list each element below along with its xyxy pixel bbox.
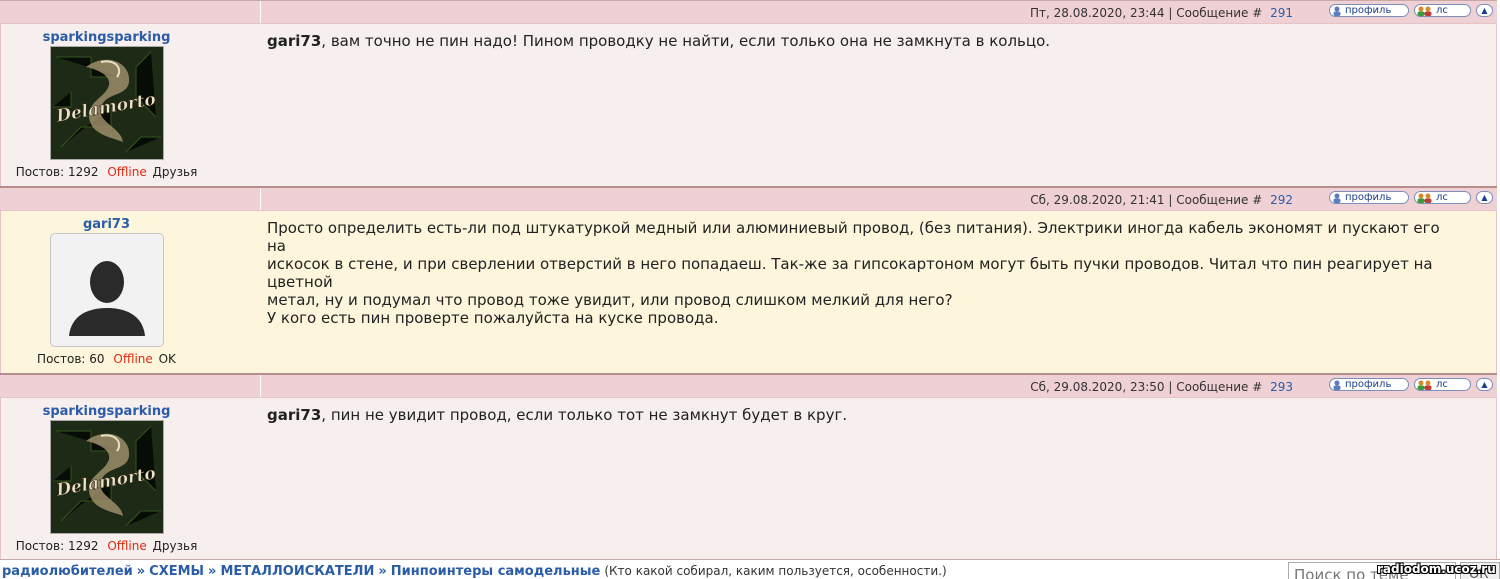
scroll-top-button[interactable]: ▲ [1476, 4, 1493, 17]
users-icon [1417, 193, 1433, 203]
breadcrumb: радиолюбителей» СХЕМЫ» МЕТАЛЛОИСКАТЕЛИ» Пин… [2, 564, 947, 579]
message-line: искосок в стене, и при сверлении отверст… [267, 255, 1433, 291]
scroll-top-button[interactable]: ▲ [1476, 378, 1493, 391]
ls-label: лс [1436, 192, 1448, 203]
post-date: Пт, 28.08.2020, 23:44 [1029, 6, 1165, 20]
status-offline: Offline [113, 352, 153, 366]
user-icon [1332, 380, 1342, 390]
default-avatar-icon [49, 233, 164, 347]
breadcrumb-separator: » [136, 564, 146, 579]
breadcrumb-item-pinpointers[interactable]: Пинпоинтеры самодельные [391, 564, 601, 579]
post-count: 1292 [67, 165, 99, 179]
message-label: | Сообщение # [1168, 380, 1263, 394]
user-rank: Друзья [152, 165, 198, 179]
user-rank: OK [158, 352, 176, 366]
post-number-link[interactable]: 291 [1270, 6, 1293, 20]
post-meta: Пт, 28.08.2020, 23:44 | Сообщение # 291 [1030, 6, 1293, 20]
message-body: , вам точно не пин надо! Пином проводку … [321, 32, 1051, 50]
post-meta: Сб, 29.08.2020, 23:50 | Сообщение # 293 [1030, 380, 1293, 394]
avatar: Delamorto [49, 420, 164, 534]
user-stats: Постов: 60 Offline OK [1, 352, 212, 366]
message-text: gari73, пин не увидит провод, если тольк… [267, 406, 1449, 424]
topic-description: (Кто какой собирал, каким пользуется, ос… [604, 564, 947, 578]
post-293: Сб, 29.08.2020, 23:50 | Сообщение # 293 … [0, 373, 1497, 559]
breadcrumb-separator: » [208, 564, 217, 579]
post-number-link[interactable]: 293 [1270, 380, 1293, 394]
post-count: 60 [89, 352, 105, 366]
quoted-username[interactable]: gari73 [267, 32, 321, 50]
profile-button[interactable]: профиль [1329, 191, 1409, 204]
post-292: Сб, 29.08.2020, 21:41 | Сообщение # 292 … [0, 186, 1497, 373]
status-offline: Offline [107, 539, 147, 553]
user-stats: Постов: 1292 Offline Друзья [1, 539, 212, 553]
user-icon [1332, 193, 1342, 203]
user-info: sparkingsparking Delamorto Постов: 1292 … [1, 398, 212, 553]
message-line: У кого есть пин проверте пожалуйста на к… [267, 309, 719, 327]
arrow-up-icon: ▲ [1481, 193, 1488, 202]
post-header: Пт, 28.08.2020, 23:44 | Сообщение # 291 … [0, 1, 1497, 24]
post-body: sparkingsparking Delamorto Постов: 1292 … [0, 24, 1497, 186]
post-header: Сб, 29.08.2020, 21:41 | Сообщение # 292 … [0, 188, 1497, 211]
breadcrumb-separator: » [378, 564, 387, 579]
post-291: Пт, 28.08.2020, 23:44 | Сообщение # 291 … [0, 0, 1497, 186]
breadcrumb-item-schemes[interactable]: СХЕМЫ [149, 564, 204, 579]
site-watermark: radiodom.ucoz.ru [1377, 562, 1496, 576]
author-link[interactable]: gari73 [1, 217, 212, 232]
user-info: sparkingsparking Delamorto Постов: 1292 … [1, 24, 212, 179]
avatar: Delamorto [49, 46, 164, 160]
user-rank: Друзья [152, 539, 198, 553]
message-label: | Сообщение # [1168, 6, 1263, 20]
forum-footer-bar: радиолюбителей» СХЕМЫ» МЕТАЛЛОИСКАТЕЛИ» Пин… [0, 559, 1500, 579]
post-body: gari73 Постов: 60 Offline OK Просто опре… [0, 211, 1497, 373]
user-icon [1332, 6, 1342, 16]
message-text: gari73, вам точно не пин надо! Пином про… [267, 32, 1449, 50]
breadcrumb-item-radioamateurs[interactable]: радиолюбителей [2, 564, 133, 579]
post-number-link[interactable]: 292 [1270, 193, 1293, 207]
author-link[interactable]: sparkingsparking [1, 404, 212, 419]
private-message-button[interactable]: лс [1414, 378, 1471, 391]
scroll-top-button[interactable]: ▲ [1476, 191, 1493, 204]
post-body: sparkingsparking Delamorto Постов: 1292 … [0, 398, 1497, 559]
profile-button[interactable]: профиль [1329, 4, 1409, 17]
profile-label: профиль [1345, 192, 1392, 203]
private-message-button[interactable]: лс [1414, 4, 1471, 17]
message-line: метал, ну и подумал что провод тоже увид… [267, 291, 953, 309]
post-header: Сб, 29.08.2020, 23:50 | Сообщение # 293 … [0, 375, 1497, 398]
message-label: | Сообщение # [1168, 193, 1263, 207]
ls-label: лс [1436, 5, 1448, 16]
profile-label: профиль [1345, 379, 1392, 390]
message-text: Просто определить есть-ли под штукатурко… [267, 219, 1449, 327]
quoted-username[interactable]: gari73 [267, 406, 321, 424]
post-count: 1292 [67, 539, 99, 553]
user-stats: Постов: 1292 Offline Друзья [1, 165, 212, 179]
users-icon [1417, 380, 1433, 390]
posts-label: Постов: [37, 352, 86, 366]
profile-button[interactable]: профиль [1329, 378, 1409, 391]
arrow-up-icon: ▲ [1481, 6, 1488, 15]
message-body: , пин не увидит провод, если только тот … [321, 406, 848, 424]
users-icon [1417, 6, 1433, 16]
breadcrumb-item-metal-detectors[interactable]: МЕТАЛЛОИСКАТЕЛИ [220, 564, 374, 579]
user-info: gari73 Постов: 60 Offline OK [1, 211, 212, 366]
profile-label: профиль [1345, 5, 1392, 16]
posts-label: Постов: [15, 539, 65, 553]
post-meta: Сб, 29.08.2020, 21:41 | Сообщение # 292 [1030, 193, 1293, 207]
message-line: Просто определить есть-ли под штукатурко… [267, 219, 1440, 255]
posts-label: Постов: [15, 165, 65, 179]
status-offline: Offline [107, 165, 147, 179]
arrow-up-icon: ▲ [1481, 380, 1488, 389]
author-link[interactable]: sparkingsparking [1, 30, 212, 45]
private-message-button[interactable]: лс [1414, 191, 1471, 204]
ls-label: лс [1436, 379, 1448, 390]
post-date: Сб, 29.08.2020, 21:41 [1030, 193, 1165, 207]
post-date: Сб, 29.08.2020, 23:50 [1030, 380, 1165, 394]
